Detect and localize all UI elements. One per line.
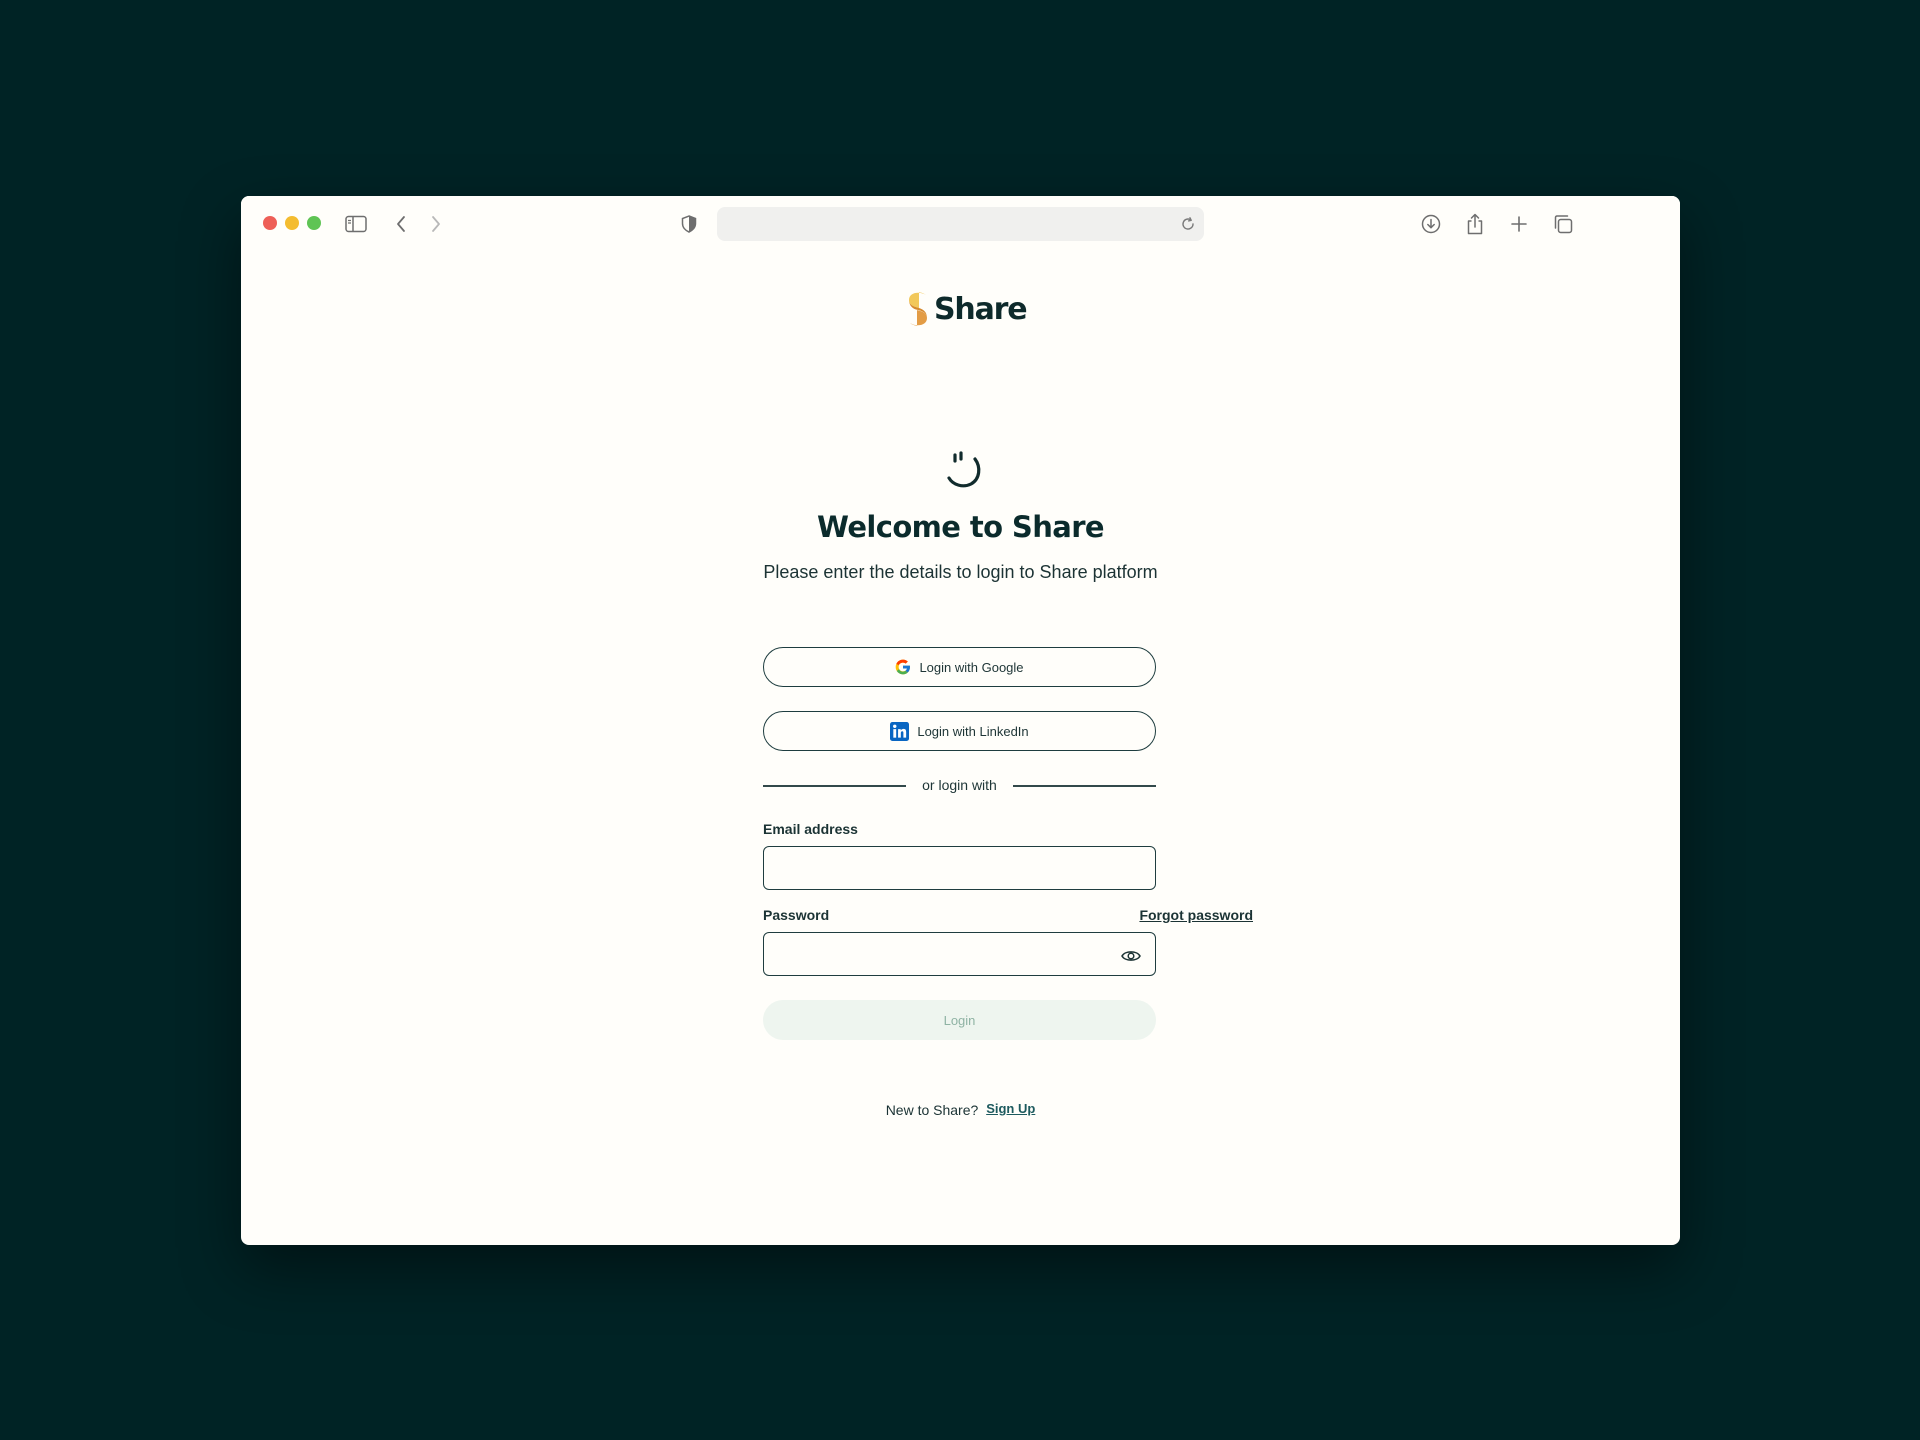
share-logo[interactable]: Share (906, 289, 1028, 329)
reload-icon[interactable] (1178, 214, 1198, 234)
login-button[interactable]: Login (763, 1000, 1156, 1040)
signup-row: New to Share? Sign Up (241, 1101, 1680, 1118)
password-label: Password (763, 907, 830, 923)
zoom-window-button[interactable] (307, 216, 321, 230)
password-field[interactable] (763, 932, 1156, 976)
minimize-window-button[interactable] (285, 216, 299, 230)
chevron-left-icon[interactable] (387, 210, 415, 238)
login-divider: or login with (763, 776, 1156, 796)
login-with-google-button[interactable]: Login with Google (763, 647, 1156, 687)
sidebar-icon[interactable] (342, 210, 370, 238)
address-bar[interactable] (717, 207, 1204, 241)
tabs-overview-icon[interactable] (1549, 210, 1577, 238)
linkedin-icon (890, 721, 910, 741)
login-with-linkedin-label: Login with LinkedIn (917, 723, 1029, 739)
plus-icon[interactable] (1505, 210, 1533, 238)
page-title: Welcome to Share (816, 510, 1105, 544)
browser-window: Share Welcome to Share Please enter the … (241, 196, 1680, 1245)
login-with-linkedin-button[interactable]: Login with LinkedIn (763, 711, 1156, 751)
forgot-password-link[interactable]: Forgot password (1139, 907, 1253, 923)
share-logo-icon (909, 292, 927, 326)
divider-line-right (1013, 785, 1156, 787)
page-subtitle: Please enter the details to login to Sha… (763, 562, 1158, 582)
google-icon (896, 659, 911, 675)
signup-prompt: New to Share? (885, 1102, 979, 1118)
shield-icon[interactable] (675, 210, 703, 238)
eye-icon[interactable] (1118, 943, 1144, 969)
share-logo-wordmark: Share (934, 291, 1028, 327)
email-field[interactable] (763, 846, 1156, 890)
smile-icon (933, 445, 989, 501)
login-with-google-label: Login with Google (919, 659, 1024, 675)
close-window-button[interactable] (263, 216, 277, 230)
sign-up-link[interactable]: Sign Up (986, 1101, 1035, 1116)
email-label: Email address (763, 821, 858, 837)
download-icon[interactable] (1417, 210, 1445, 238)
share-icon[interactable] (1461, 210, 1489, 238)
chevron-right-icon[interactable] (422, 210, 450, 238)
browser-toolbar (241, 196, 1680, 252)
